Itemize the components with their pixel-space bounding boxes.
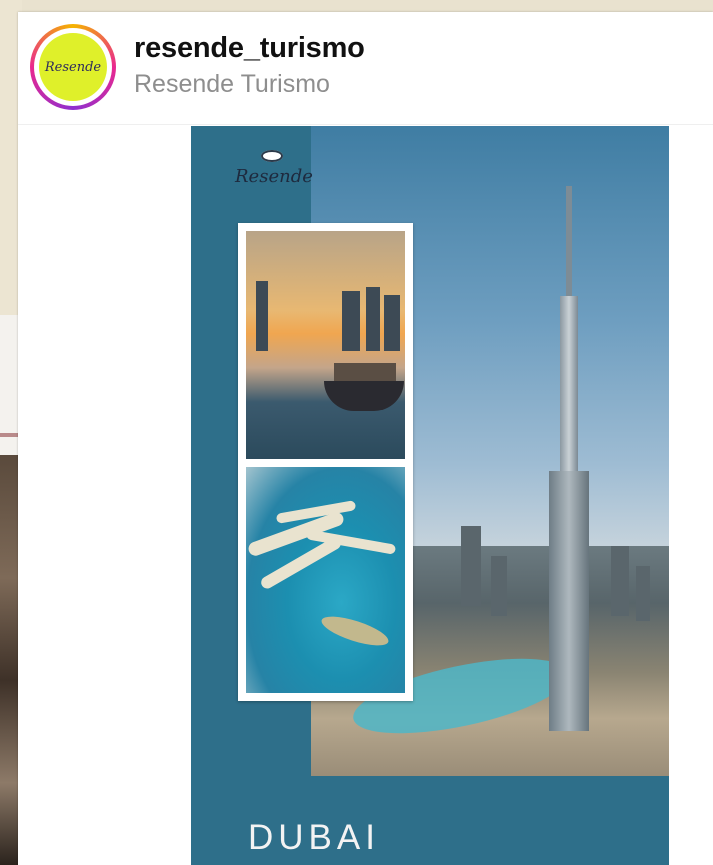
tower-silhouette [342, 291, 360, 351]
island-shape [318, 610, 392, 652]
post-image[interactable]: Resende DUBAI [191, 126, 669, 865]
building-shape [611, 546, 629, 616]
tower-silhouette [384, 295, 400, 351]
post-display-name: Resende Turismo [134, 70, 330, 98]
avatar-border: Resende [34, 28, 112, 106]
building-shape [461, 526, 481, 606]
tower-mid [560, 296, 578, 476]
tower-spire [566, 186, 572, 306]
post-username[interactable]: resende_turismo [134, 32, 365, 65]
avatar-logo-text: Resende [44, 59, 102, 75]
instagram-post: Resende resende_turismo Resende Turismo … [18, 12, 713, 865]
boat-cabin [334, 363, 396, 383]
avatar-logo: Resende [39, 33, 107, 101]
building-shape [636, 566, 650, 621]
tower-silhouette [366, 287, 380, 351]
building-shape [491, 556, 507, 616]
destination-title: DUBAI [248, 818, 380, 857]
poster-logo: Resende [235, 166, 313, 187]
boat-hull [324, 381, 404, 411]
avatar[interactable]: Resende [30, 24, 116, 110]
background-photo [0, 455, 18, 865]
logo-icon [261, 150, 283, 162]
palm-island-photo [246, 467, 405, 693]
tower-silhouette [256, 281, 268, 351]
post-header: Resende resende_turismo Resende Turismo [18, 12, 713, 125]
sunset-marina-photo [246, 231, 405, 459]
photo-collage [238, 223, 413, 701]
tower-base [549, 471, 589, 731]
